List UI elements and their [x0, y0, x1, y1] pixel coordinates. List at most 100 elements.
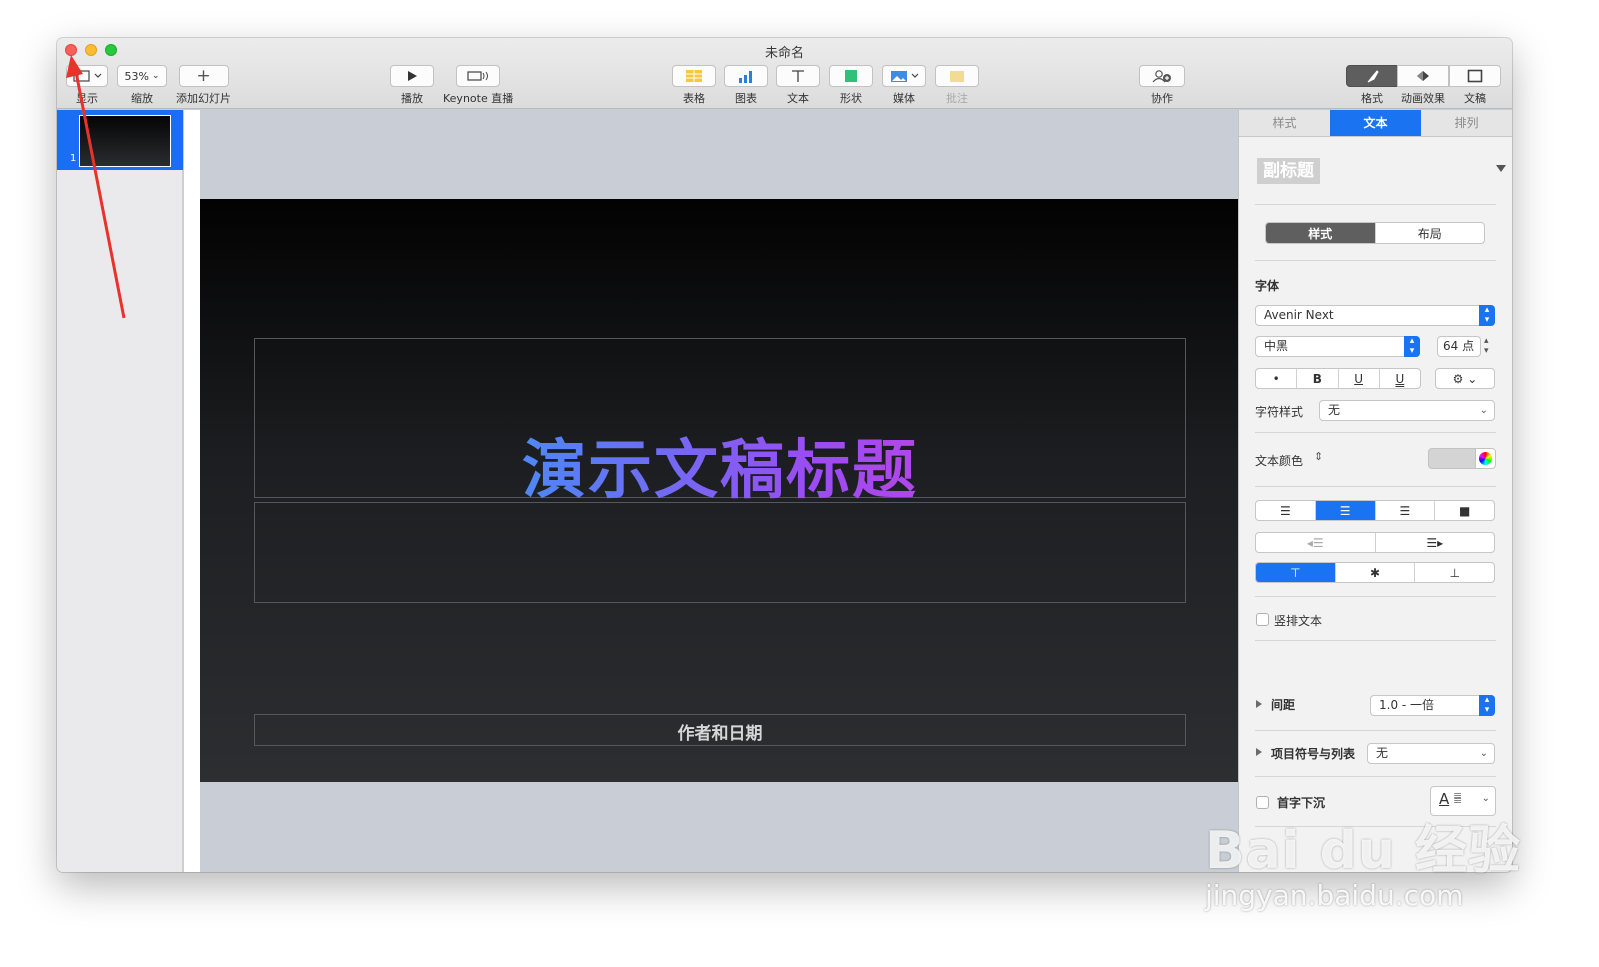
zoom-select[interactable]: 53% ⌄ — [117, 65, 167, 87]
style-layout-toggle: 样式 布局 — [1265, 222, 1485, 244]
chart-tool[interactable]: 图表 — [724, 65, 768, 106]
decrease-indent-icon[interactable]: ◂☰ — [1256, 533, 1375, 552]
char-style-select[interactable]: 无 ⌄ — [1319, 400, 1495, 421]
title-placeholder[interactable]: 演示文稿标题 — [254, 338, 1186, 508]
keynote-live-tool[interactable]: Keynote 直播 — [443, 65, 513, 106]
slide-thumbnail[interactable] — [79, 115, 171, 167]
table-icon — [686, 70, 702, 82]
media-button[interactable] — [882, 65, 926, 87]
shape-tool[interactable]: 形状 — [829, 65, 873, 106]
comment-tool[interactable]: 批注 — [935, 65, 979, 106]
text-color-label: 文本颜色 — [1255, 454, 1304, 468]
zoom-tool[interactable]: 53% ⌄ 缩放 — [117, 65, 167, 106]
bullets-value: 无 — [1376, 746, 1389, 760]
chart-button[interactable] — [724, 65, 768, 87]
table-button[interactable] — [672, 65, 716, 87]
divider — [1255, 776, 1496, 777]
align-bottom-icon[interactable]: ⊥ — [1414, 563, 1494, 582]
tab-style[interactable]: 样式 — [1239, 110, 1330, 136]
document-label: 文稿 — [1464, 92, 1486, 105]
gear-icon[interactable]: ⚙ ⌄ — [1436, 369, 1494, 388]
format-tool[interactable]: 格式 — [1346, 65, 1398, 106]
shape-button[interactable] — [829, 65, 873, 87]
slide-subtitle[interactable]: 作者和日期 — [255, 719, 1185, 744]
chart-label: 图表 — [735, 92, 757, 105]
align-center-icon[interactable]: ☰ — [1314, 501, 1375, 520]
slide[interactable]: 演示文稿标题 作者和日期 — [200, 199, 1238, 782]
text-tool[interactable]: 文本 — [776, 65, 820, 106]
collaborate-tool[interactable]: 协作 — [1139, 65, 1185, 106]
align-right-icon[interactable]: ☰ — [1374, 501, 1435, 520]
subtab-style[interactable]: 样式 — [1266, 223, 1375, 243]
sidebar-view-icon — [73, 70, 102, 82]
subtab-layout[interactable]: 布局 — [1374, 223, 1485, 243]
vertical-alignment: ⊤ ✱ ⊥ — [1255, 562, 1495, 583]
text-button[interactable] — [776, 65, 820, 87]
table-tool[interactable]: 表格 — [672, 65, 716, 106]
strikethrough-button[interactable]: U — [1378, 369, 1420, 388]
collaborate-button[interactable] — [1139, 65, 1185, 87]
body-placeholder[interactable] — [254, 502, 1186, 603]
spacing-select[interactable]: 1.0 - 一倍 ▴ ▾ — [1370, 695, 1495, 716]
add-slide-button[interactable]: + — [178, 65, 229, 87]
slide-thumbnail-row[interactable]: 1 — [57, 110, 183, 170]
text-color-well[interactable] — [1428, 448, 1476, 469]
font-family-select[interactable]: Avenir Next ▴ ▾ — [1255, 305, 1495, 326]
photo-icon — [891, 70, 919, 82]
tab-arrange[interactable]: 排列 — [1421, 110, 1512, 136]
zoom-value: 53% — [124, 69, 149, 83]
keynote-live-button[interactable] — [456, 65, 501, 87]
bullet-button[interactable]: • — [1256, 369, 1296, 388]
font-size-value: 64 点 — [1443, 339, 1475, 353]
justify-icon[interactable]: ■ — [1434, 501, 1494, 520]
char-style-value: 无 — [1328, 403, 1341, 417]
align-middle-icon[interactable]: ✱ — [1334, 563, 1415, 582]
disclosure-triangle-icon[interactable] — [1256, 700, 1262, 708]
document-tool[interactable]: 文稿 — [1449, 65, 1501, 106]
slide-number: 1 — [70, 153, 77, 164]
vertical-text-checkbox[interactable] — [1256, 613, 1269, 626]
divider — [1255, 640, 1496, 641]
underline-button[interactable]: U — [1337, 369, 1379, 388]
subtitle-placeholder[interactable]: 作者和日期 — [254, 714, 1186, 746]
text-icon — [792, 70, 804, 82]
divider — [1255, 596, 1496, 597]
paragraph-style-menu-icon[interactable] — [1496, 165, 1506, 172]
format-button[interactable] — [1346, 65, 1398, 87]
collaborate-label: 协作 — [1151, 92, 1173, 105]
disclosure-triangle-icon[interactable] — [1256, 748, 1262, 756]
chevron-down-icon: ⌄ — [151, 71, 160, 81]
font-size-field[interactable]: 64 点 — [1437, 336, 1481, 357]
comment-button[interactable] — [935, 65, 979, 87]
paragraph-style-name[interactable]: 副标题 — [1257, 158, 1320, 184]
document-button[interactable] — [1449, 65, 1501, 87]
play-tool[interactable]: 播放 — [390, 65, 434, 106]
bullets-select[interactable]: 无 ⌄ — [1367, 743, 1495, 764]
increase-indent-icon[interactable]: ☰▸ — [1374, 533, 1495, 552]
align-top-icon[interactable]: ⊤ — [1256, 563, 1335, 582]
view-button[interactable] — [66, 65, 108, 87]
add-slide-tool[interactable]: + 添加幻灯片 — [176, 65, 231, 106]
document-icon — [1467, 69, 1483, 83]
animate-tool[interactable]: 动画效果 — [1397, 65, 1449, 106]
horizontal-alignment: ☰ ☰ ☰ ■ — [1255, 500, 1495, 521]
window-title: 未命名 — [764, 46, 804, 61]
shape-label: 形状 — [840, 92, 862, 105]
up-down-icon[interactable]: ⇕ — [1314, 450, 1323, 463]
font-size-stepper[interactable]: ▴ ▾ — [1484, 336, 1489, 356]
paintbrush-icon — [1367, 70, 1379, 83]
view-tool[interactable]: 显示 — [66, 65, 108, 106]
tab-text[interactable]: 文本 — [1330, 110, 1421, 136]
play-button[interactable] — [390, 65, 434, 87]
align-left-icon[interactable]: ☰ — [1256, 501, 1315, 520]
media-tool[interactable]: 媒体 — [882, 65, 926, 106]
color-wheel-button[interactable] — [1475, 448, 1496, 469]
font-weight-select[interactable]: 中黑 ▴ ▾ — [1255, 336, 1420, 357]
comment-label: 批注 — [946, 92, 968, 105]
slide-title[interactable]: 演示文稿标题 — [255, 419, 1185, 511]
keynote-live-label: Keynote 直播 — [443, 92, 514, 105]
bold-button[interactable]: B — [1296, 369, 1337, 388]
lines-icon: ≡ ≡ — [1453, 789, 1463, 807]
animate-button[interactable] — [1397, 65, 1449, 87]
divider — [1255, 432, 1496, 433]
